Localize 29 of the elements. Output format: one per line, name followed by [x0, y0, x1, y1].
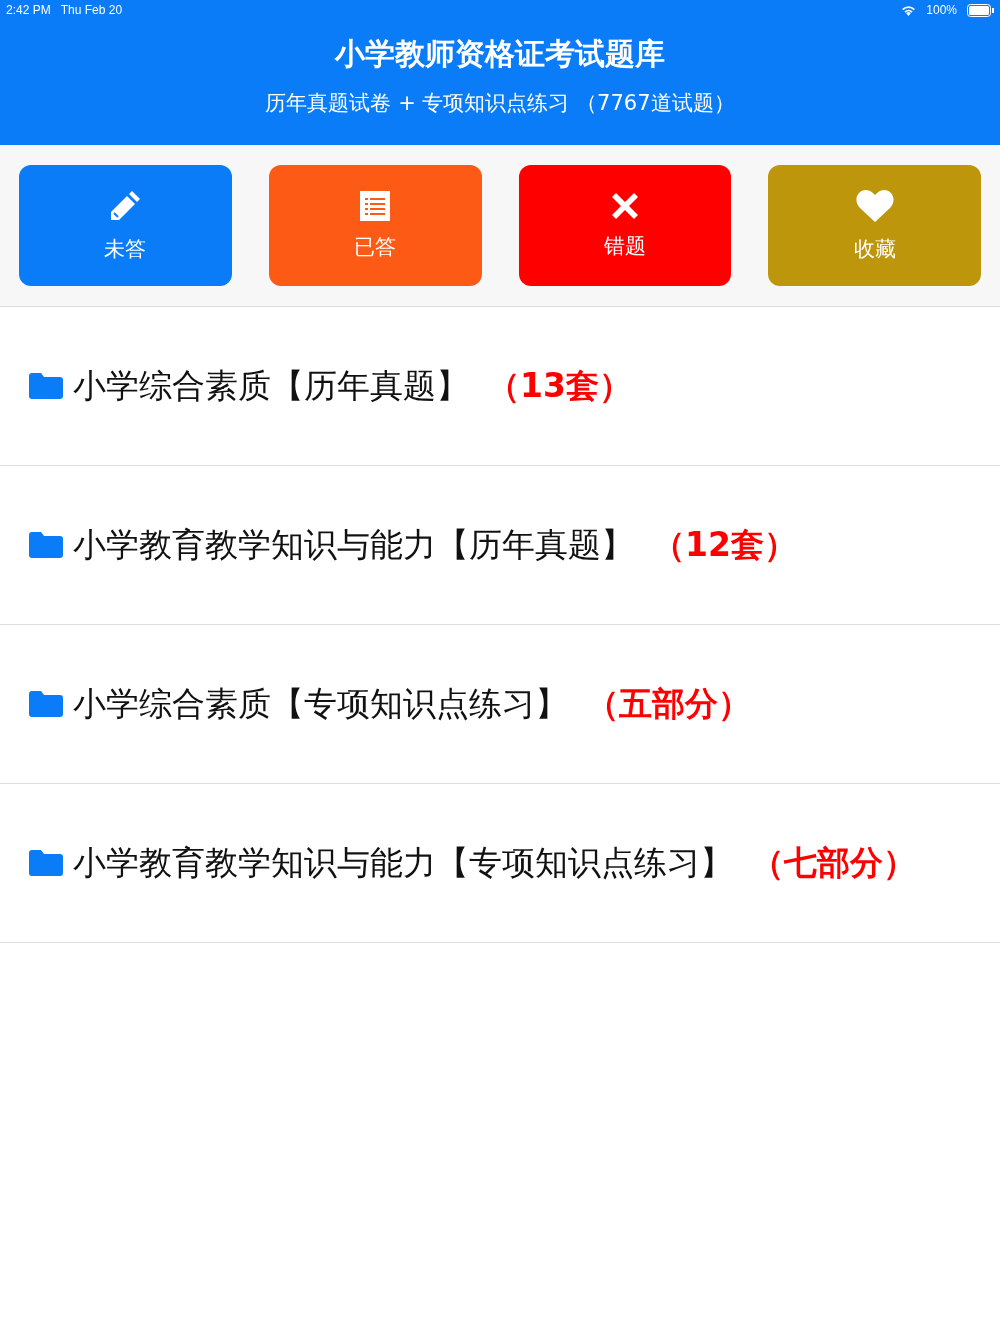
folder-icon: [29, 850, 63, 876]
folder-row[interactable]: 小学教育教学知识与能力【历年真题】 （12套）: [0, 466, 1000, 625]
status-date: Thu Feb 20: [60, 3, 123, 17]
folder-row[interactable]: 小学综合素质【专项知识点练习】 （五部分）: [0, 625, 1000, 784]
status-time: 2:42 PM: [6, 3, 51, 17]
folder-count: （七部分）: [751, 841, 916, 884]
pencil-icon: [108, 188, 143, 223]
filter-button[interactable]: 错题: [518, 165, 732, 286]
battery-percent: 100%: [926, 3, 957, 17]
folder-icon: [29, 691, 63, 717]
cross-icon: [610, 191, 639, 220]
filter-button[interactable]: 未答: [19, 165, 232, 286]
folder-row[interactable]: 小学综合素质【历年真题】 （13套）: [0, 307, 1000, 466]
list-icon: [360, 190, 391, 221]
app-subtitle: 历年真题试卷 + 专项知识点练习 （7767道试题）: [264, 90, 736, 117]
app-title: 小学教师资格证考试题库: [333, 35, 666, 73]
folder-title: 小学综合素质【专项知识点练习】: [73, 682, 568, 725]
folder-title: 小学教育教学知识与能力【专项知识点练习】: [73, 841, 733, 884]
folder-icon: [29, 532, 63, 558]
folder-title: 小学综合素质【历年真题】: [73, 364, 469, 407]
folder-title: 小学教育教学知识与能力【历年真题】: [73, 523, 634, 566]
folder-row[interactable]: 小学教育教学知识与能力【专项知识点练习】 （七部分）: [0, 784, 1000, 943]
wifi-icon: [901, 4, 917, 16]
folder-count: （13套）: [487, 364, 632, 407]
folder-icon: [29, 373, 63, 399]
heart-icon: [854, 188, 895, 223]
battery-icon: [967, 3, 994, 17]
folder-count: （五部分）: [586, 682, 751, 725]
folder-count: （12套）: [652, 523, 797, 566]
